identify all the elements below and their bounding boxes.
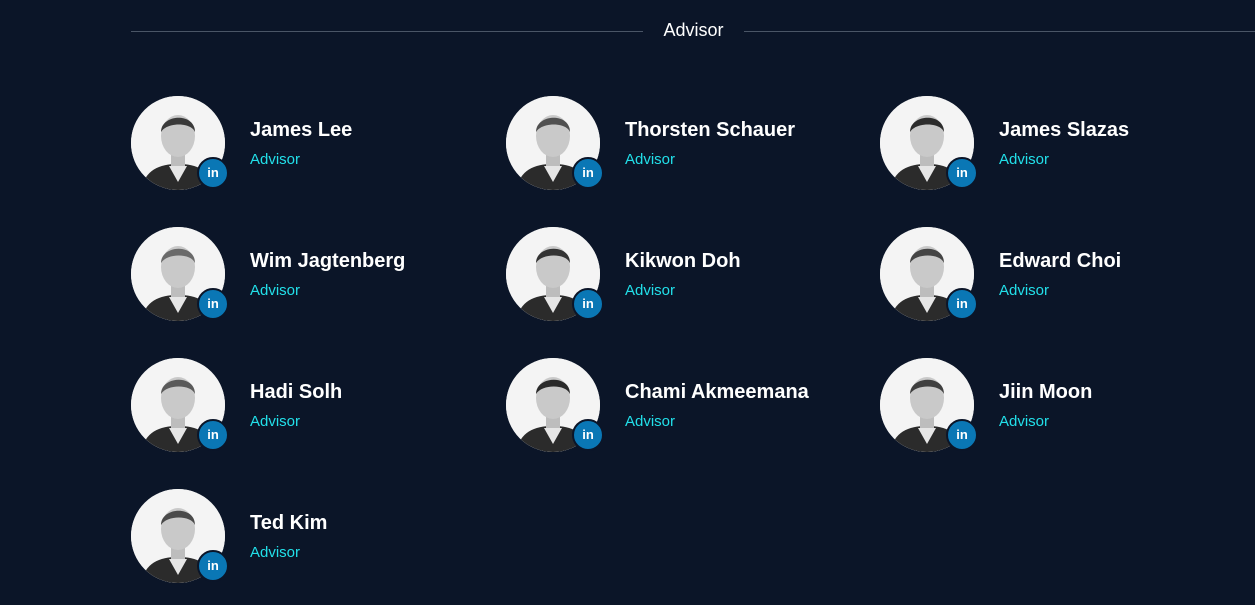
- advisor-name: Edward Choi: [999, 250, 1122, 272]
- avatar-wrap: in: [880, 96, 978, 190]
- advisor-card: in Edward Choi Advisor: [880, 227, 1240, 323]
- advisor-role: Advisor: [625, 413, 676, 430]
- advisor-name: Thorsten Schauer: [625, 119, 796, 141]
- advisor-name: Hadi Solh: [250, 381, 343, 403]
- advisor-name: Ted Kim: [250, 512, 328, 534]
- linkedin-icon[interactable]: in: [572, 419, 604, 451]
- avatar-wrap: in: [131, 227, 229, 321]
- advisor-role: Advisor: [999, 151, 1050, 168]
- advisor-role: Advisor: [250, 151, 301, 168]
- advisor-card: in James Lee Advisor: [131, 96, 491, 192]
- avatar-wrap: in: [880, 358, 978, 452]
- advisor-name: James Lee: [250, 119, 353, 141]
- advisor-card: in Ted Kim Advisor: [131, 489, 491, 585]
- advisor-role: Advisor: [250, 282, 301, 299]
- advisor-card: in Hadi Solh Advisor: [131, 358, 491, 454]
- linkedin-icon[interactable]: in: [572, 157, 604, 189]
- section-title: Advisor: [663, 20, 724, 40]
- advisor-role: Advisor: [999, 282, 1050, 299]
- avatar-wrap: in: [880, 227, 978, 321]
- advisor-role: Advisor: [625, 151, 676, 168]
- avatar-wrap: in: [131, 358, 229, 452]
- divider-right: [744, 31, 1255, 32]
- advisor-card: in Jiin Moon Advisor: [880, 358, 1240, 454]
- avatar-wrap: in: [506, 227, 604, 321]
- advisor-role: Advisor: [999, 413, 1050, 430]
- divider-left: [131, 31, 643, 32]
- advisor-name: James Slazas: [999, 119, 1130, 141]
- advisor-card: in Wim Jagtenberg Advisor: [131, 227, 491, 323]
- avatar-wrap: in: [131, 489, 229, 583]
- linkedin-icon[interactable]: in: [197, 419, 229, 451]
- advisor-role: Advisor: [250, 544, 301, 561]
- linkedin-icon[interactable]: in: [572, 288, 604, 320]
- advisor-role: Advisor: [250, 413, 301, 430]
- advisor-card: in Thorsten Schauer Advisor: [506, 96, 866, 192]
- avatar-wrap: in: [131, 96, 229, 190]
- advisor-card: in Chami Akmeemana Advisor: [506, 358, 866, 454]
- advisor-role: Advisor: [625, 282, 676, 299]
- linkedin-icon[interactable]: in: [946, 157, 978, 189]
- advisor-card: in James Slazas Advisor: [880, 96, 1240, 192]
- avatar-wrap: in: [506, 96, 604, 190]
- advisor-card: in Kikwon Doh Advisor: [506, 227, 866, 323]
- linkedin-icon[interactable]: in: [946, 288, 978, 320]
- linkedin-icon[interactable]: in: [197, 157, 229, 189]
- advisor-name: Chami Akmeemana: [625, 381, 809, 403]
- advisor-section: Advisor in James Lee Advisor in Thorsten…: [0, 0, 1255, 605]
- section-header: Advisor: [131, 18, 1255, 44]
- advisor-name: Wim Jagtenberg: [250, 250, 406, 272]
- linkedin-icon[interactable]: in: [197, 288, 229, 320]
- linkedin-icon[interactable]: in: [946, 419, 978, 451]
- advisor-name: Jiin Moon: [999, 381, 1093, 403]
- avatar-wrap: in: [506, 358, 604, 452]
- linkedin-icon[interactable]: in: [197, 550, 229, 582]
- advisor-name: Kikwon Doh: [625, 250, 741, 272]
